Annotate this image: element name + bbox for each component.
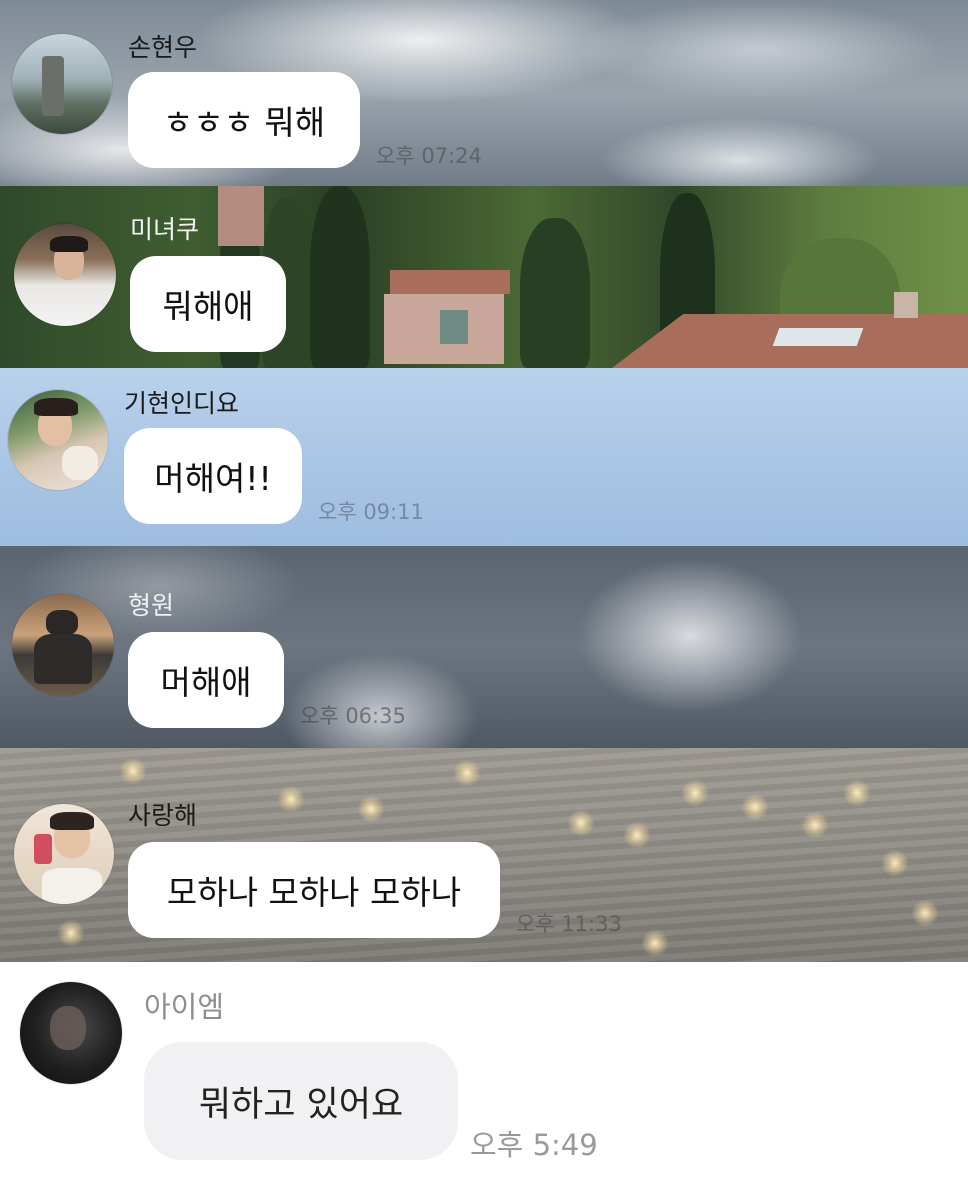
sender-name: 사랑해 xyxy=(128,801,198,830)
sender-name: 기현인디요 xyxy=(124,389,240,418)
message-bubble[interactable]: 뭐하고 있어요 xyxy=(144,1042,458,1160)
sender-name: 미녀쿠 xyxy=(130,215,200,244)
chat-strip-5: 사랑해 모하나 모하나 모하나 오후 11:33 xyxy=(0,748,968,962)
avatar[interactable] xyxy=(12,594,114,696)
message-bubble[interactable]: 머해여!! xyxy=(124,428,302,524)
sender-name: 손현우 xyxy=(128,33,198,62)
chat-strip-3: 기현인디요 머해여!! 오후 09:11 xyxy=(0,368,968,546)
avatar[interactable] xyxy=(12,34,112,134)
sender-name: 형원 xyxy=(128,591,175,620)
sender-name: 아이엠 xyxy=(144,990,225,1024)
message-time: 오후 5:49 xyxy=(470,1128,598,1162)
avatar[interactable] xyxy=(14,224,116,326)
message-bubble[interactable]: ㅎㅎㅎ 뭐해 xyxy=(128,72,360,168)
chat-strip-1: 손현우 ㅎㅎㅎ 뭐해 오후 07:24 xyxy=(0,0,968,186)
avatar[interactable] xyxy=(20,982,122,1084)
message-bubble[interactable]: 뭐해애 xyxy=(130,256,286,352)
avatar[interactable] xyxy=(8,390,108,490)
chat-strip-4: 형원 머해애 오후 06:35 xyxy=(0,546,968,748)
message-time: 오후 09:11 xyxy=(318,500,424,524)
avatar[interactable] xyxy=(14,804,114,904)
message-time: 오후 06:35 xyxy=(300,704,406,728)
message-bubble[interactable]: 모하나 모하나 모하나 xyxy=(128,842,500,938)
chat-strip-6: 아이엠 뭐하고 있어요 오후 5:49 xyxy=(0,962,968,1200)
message-time: 오후 07:24 xyxy=(376,144,482,168)
message-bubble[interactable]: 머해애 xyxy=(128,632,284,728)
message-time: 오후 11:33 xyxy=(516,912,622,936)
chat-strip-2: 미녀쿠 뭐해애 xyxy=(0,186,968,368)
